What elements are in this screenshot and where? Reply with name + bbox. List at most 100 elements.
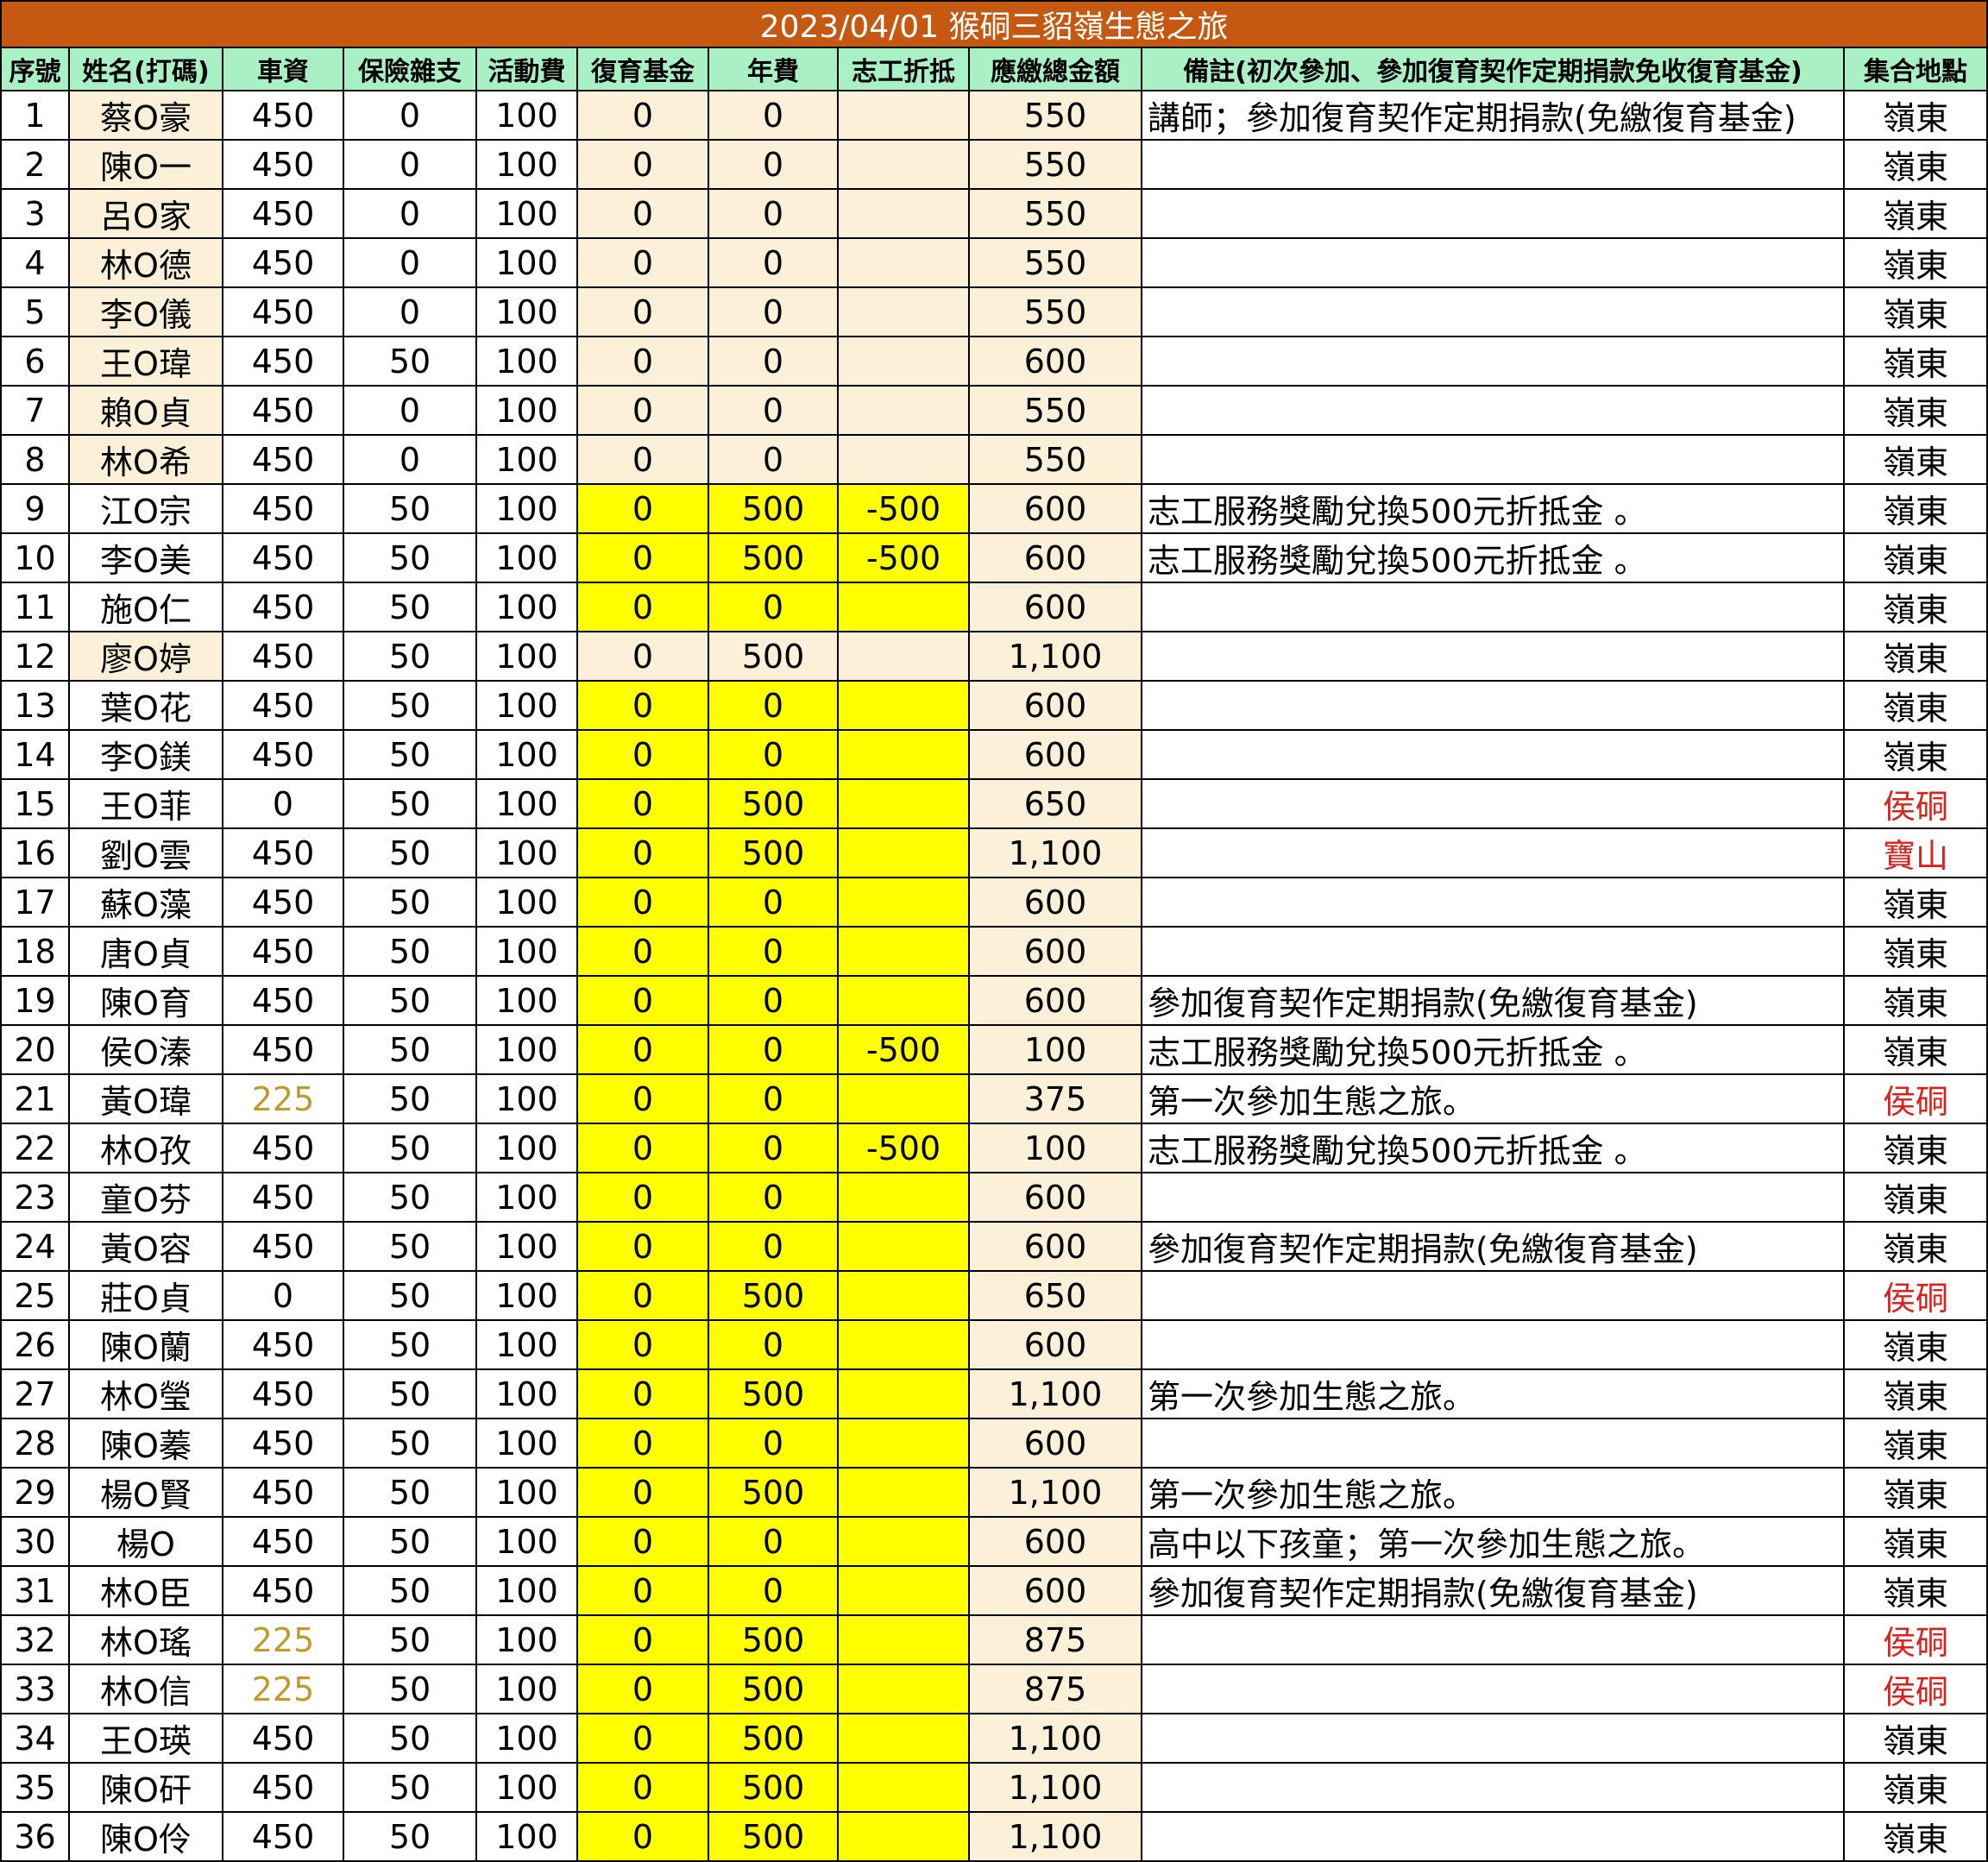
cell-insurance: 50 <box>343 336 477 387</box>
table-row: 18 唐O貞 450 50 100 0 0 600 嶺東 <box>0 926 1988 977</box>
cell-fund: 0 <box>576 1368 709 1419</box>
cell-total: 875 <box>968 1664 1142 1714</box>
cell-name: 劉O雲 <box>68 827 223 878</box>
cell-location: 嶺東 <box>1842 582 1988 632</box>
cell-insurance: 0 <box>343 90 477 141</box>
cell-volunteer <box>837 1762 970 1813</box>
table-row: 1 蔡O豪 450 0 100 0 0 550 講師；參加復育契作定期捐款(免繳復育基金) 嶺東 <box>0 90 1988 141</box>
cell-annual: 500 <box>708 1664 839 1714</box>
cell-name: 林O希 <box>68 434 223 485</box>
cell-no: 15 <box>0 778 70 829</box>
cell-fare: 450 <box>222 1221 344 1272</box>
table-row: 30 楊O 450 50 100 0 0 600 高中以下孩童；第一次參加生態之旅。 嶺東 <box>0 1516 1988 1567</box>
cell-volunteer <box>837 1319 970 1370</box>
cell-name: 侯O溱 <box>68 1024 223 1075</box>
cell-volunteer <box>837 975 970 1026</box>
cell-fund: 0 <box>576 1614 709 1665</box>
cell-location: 侯硐 <box>1842 1270 1988 1321</box>
cell-activity: 100 <box>475 1811 578 1862</box>
cell-note: 參加復育契作定期捐款(免繳復育基金) <box>1141 975 1845 1026</box>
cell-volunteer <box>837 1614 970 1665</box>
cell-fund: 0 <box>576 188 709 239</box>
table-row: 36 陳O伶 450 50 100 0 500 1,100 嶺東 <box>0 1811 1988 1862</box>
header-cell-insurance: 保險雜支 <box>343 47 477 91</box>
cell-no: 25 <box>0 1270 70 1321</box>
cell-activity: 100 <box>475 877 578 928</box>
table-row: 2 陳O一 450 0 100 0 0 550 嶺東 <box>0 139 1988 190</box>
cell-volunteer <box>837 1172 970 1223</box>
cell-insurance: 50 <box>343 1024 477 1075</box>
header-cell-name: 姓名(打碼) <box>68 47 223 91</box>
cell-annual: 0 <box>708 1319 839 1370</box>
cell-note <box>1141 434 1845 485</box>
cell-annual: 500 <box>708 1614 839 1665</box>
cell-volunteer <box>837 90 970 141</box>
table-row: 7 賴O貞 450 0 100 0 0 550 嶺東 <box>0 385 1988 436</box>
table-row: 12 廖O婷 450 50 100 0 500 1,100 嶺東 <box>0 631 1988 682</box>
cell-activity: 100 <box>475 1762 578 1813</box>
cell-annual: 0 <box>708 1565 839 1616</box>
header-cell-fare: 車資 <box>222 47 344 91</box>
cell-location: 嶺東 <box>1842 1811 1988 1862</box>
cell-fund: 0 <box>576 680 709 731</box>
cell-no: 5 <box>0 286 70 337</box>
cell-name: 林O瑩 <box>68 1368 223 1419</box>
table-row: 26 陳O蘭 450 50 100 0 0 600 嶺東 <box>0 1319 1988 1370</box>
cell-activity: 100 <box>475 1368 578 1419</box>
cell-note <box>1141 139 1845 190</box>
cell-annual: 500 <box>708 1368 839 1419</box>
cell-insurance: 50 <box>343 1811 477 1862</box>
table-row: 27 林O瑩 450 50 100 0 500 1,100 第一次參加生態之旅。 嶺東 <box>0 1368 1988 1419</box>
cell-no: 31 <box>0 1565 70 1616</box>
cell-volunteer <box>837 139 970 190</box>
cell-no: 21 <box>0 1073 70 1124</box>
cell-fare: 450 <box>222 1811 344 1862</box>
cell-location: 侯硐 <box>1842 1614 1988 1665</box>
cell-annual: 0 <box>708 434 839 485</box>
cell-fare: 450 <box>222 680 344 731</box>
cell-note <box>1141 729 1845 780</box>
cell-insurance: 50 <box>343 532 477 583</box>
cell-activity: 100 <box>475 237 578 288</box>
cell-activity: 100 <box>475 1467 578 1518</box>
cell-fund: 0 <box>576 286 709 337</box>
cell-fund: 0 <box>576 336 709 387</box>
cell-volunteer <box>837 631 970 682</box>
cell-total: 650 <box>968 778 1142 829</box>
cell-volunteer <box>837 926 970 977</box>
cell-name: 蘇O藻 <box>68 877 223 928</box>
cell-annual: 0 <box>708 680 839 731</box>
cell-name: 葉O花 <box>68 680 223 731</box>
cell-fund: 0 <box>576 778 709 829</box>
cell-total: 600 <box>968 680 1142 731</box>
cell-total: 600 <box>968 926 1142 977</box>
cell-no: 30 <box>0 1516 70 1567</box>
cell-fund: 0 <box>576 582 709 632</box>
spreadsheet: 2023/04/01 猴硐三貂嶺生態之旅 序號 姓名(打碼) 車資 保險雜支 活… <box>0 0 1988 1862</box>
cell-name: 林O瑤 <box>68 1614 223 1665</box>
cell-activity: 100 <box>475 1614 578 1665</box>
cell-fund: 0 <box>576 237 709 288</box>
cell-location: 嶺東 <box>1842 532 1988 583</box>
cell-volunteer <box>837 680 970 731</box>
cell-total: 600 <box>968 532 1142 583</box>
cell-total: 550 <box>968 237 1142 288</box>
cell-no: 19 <box>0 975 70 1026</box>
cell-no: 13 <box>0 680 70 731</box>
cell-note: 志工服務獎勵兌換500元折抵金 。 <box>1141 483 1845 534</box>
cell-location: 嶺東 <box>1842 1713 1988 1764</box>
cell-annual: 0 <box>708 582 839 632</box>
cell-total: 600 <box>968 877 1142 928</box>
cell-note <box>1141 1713 1845 1764</box>
cell-volunteer: -500 <box>837 1024 970 1075</box>
cell-fare: 450 <box>222 237 344 288</box>
cell-note: 第一次參加生態之旅。 <box>1141 1467 1845 1518</box>
cell-insurance: 50 <box>343 582 477 632</box>
cell-total: 550 <box>968 188 1142 239</box>
cell-fund: 0 <box>576 1664 709 1714</box>
table-row: 28 陳O蓁 450 50 100 0 0 600 嶺東 <box>0 1418 1988 1469</box>
cell-annual: 0 <box>708 1418 839 1469</box>
cell-insurance: 50 <box>343 1565 477 1616</box>
cell-note <box>1141 778 1845 829</box>
cell-note <box>1141 1811 1845 1862</box>
